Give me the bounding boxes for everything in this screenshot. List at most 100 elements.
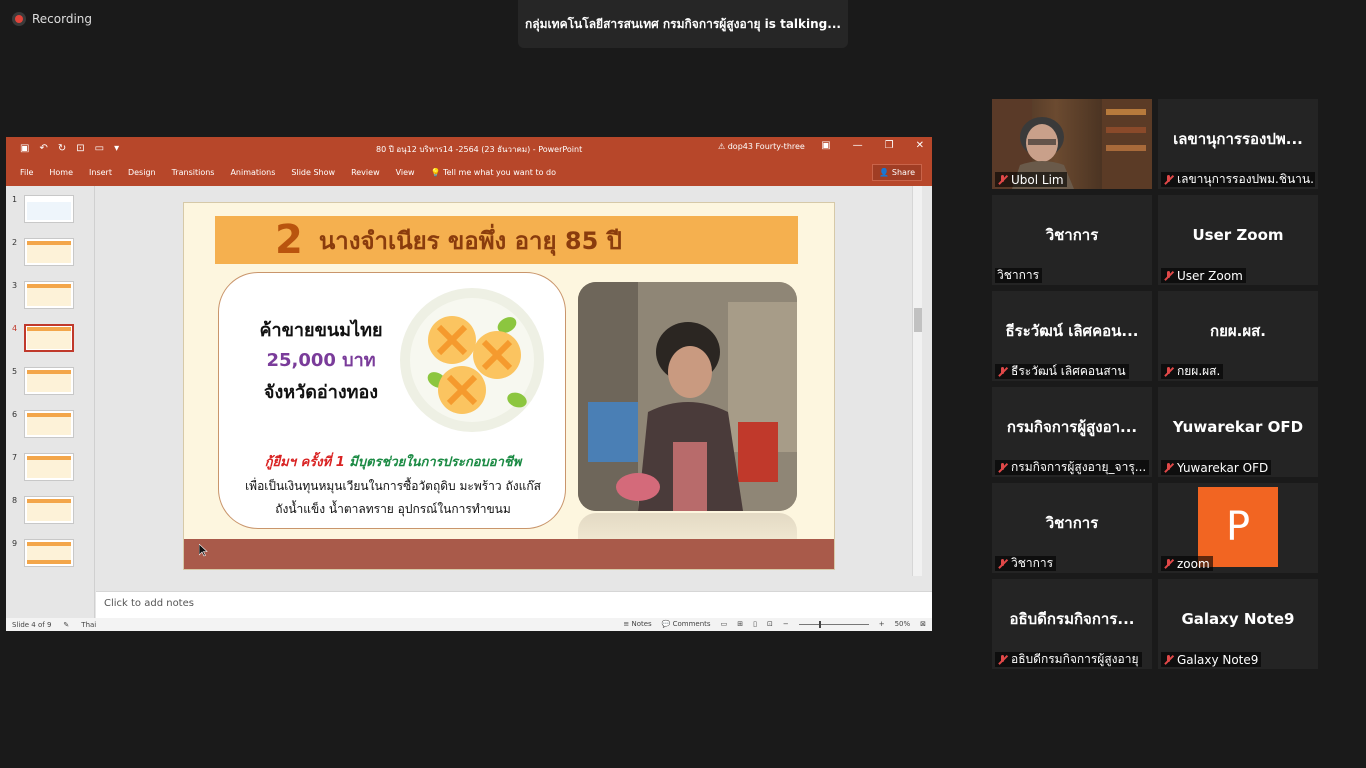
participant-display-name: Galaxy Note9 [1181,610,1295,628]
loan-purpose-line-1: เพื่อเป็นเงินทุนหมุนเวียนในการซื้อวัตถุด… [245,479,541,493]
undo-icon[interactable]: ↶ [39,143,47,154]
tab-transitions[interactable]: Transitions [164,168,223,177]
participant-tile[interactable]: Yuwarekar OFD Yuwarekar OFD [1158,387,1318,477]
comments-toggle[interactable]: 💬 Comments [662,620,711,628]
participant-name: อธิบดีกรมกิจการผู้สูงอายุ [1011,652,1139,666]
participant-tile[interactable]: อธิบดีกรมกิจการ... อธิบดีกรมกิจการผู้สูง… [992,579,1152,669]
share-button[interactable]: 👤 Share [872,164,922,181]
participant-name: Ubol Lim [1011,172,1064,187]
participant-name-label: Galaxy Note9 [1161,652,1262,667]
participant-tile[interactable]: Galaxy Note9 Galaxy Note9 [1158,579,1318,669]
document-title: 80 ปี อนุ12 บริหาร14 -2564 (23 ธันวาคม) … [376,145,583,154]
participant-name-label: กยผ.ผส. [1161,364,1224,379]
slide-thumbnail[interactable]: 1 [12,195,84,225]
participant-tile[interactable]: P zoom [1158,483,1318,573]
slide-thumbnail[interactable]: 7 [12,453,84,483]
slide-thumbnail[interactable]: 8 [12,496,84,526]
ppt-workspace: 1 2 3 4 5 6 7 8 9 2 นางจำเนียร ขอพึ่ง อา… [6,186,932,618]
tell-me-label: Tell me what you want to do [443,168,556,177]
minimize-icon[interactable]: — [853,140,863,151]
comments-label: Comments [672,620,711,628]
ribbon-tabs: File Home Insert Design Transitions Anim… [6,159,932,186]
participant-tile[interactable]: วิชาการ วิชาการ [992,483,1152,573]
restore-icon[interactable]: ❐ [885,140,894,151]
participant-tile[interactable]: User Zoom User Zoom [1158,195,1318,285]
spellcheck-icon[interactable]: ✎ [63,621,69,629]
participant-tile[interactable]: เลขานุการรองปพ... เลขานุการรองปพม.ชินาน.… [1158,99,1318,189]
thumbnail-number: 8 [12,496,18,505]
tell-me-search[interactable]: 💡 Tell me what you want to do [423,168,564,177]
tab-view[interactable]: View [388,168,423,177]
customize-icon[interactable]: ▾ [114,143,119,154]
open-icon[interactable]: ▭ [95,143,104,154]
slide-count: Slide 4 of 9 [12,620,52,629]
slide-thumbnail[interactable]: 2 [12,238,84,268]
close-icon[interactable]: ✕ [916,140,924,151]
zoom-in-icon[interactable]: + [879,620,885,628]
slide-thumbnail[interactable]: 3 [12,281,84,311]
redo-icon[interactable]: ↻ [58,143,66,154]
participant-name-label: User Zoom [1161,268,1246,283]
info-card: ค้าขายขนมไทย 25,000 บาท จังหวัดอ่างทอง ก… [218,272,566,529]
notes-toggle[interactable]: ≡ Notes [623,620,651,628]
participant-name: เลขานุการรองปพม.ชินาน... [1177,172,1315,186]
participant-display-name: วิชาการ [1045,514,1099,532]
loan-round-text: กู้ยืมฯ ครั้งที่ 1 [264,455,345,470]
tab-file[interactable]: File [6,168,41,177]
fit-to-window-icon[interactable]: ⊠ [920,620,926,628]
slide-item-number: 2 [275,217,303,263]
notes-label: Notes [631,620,652,628]
thumbnail-number: 5 [12,367,18,376]
normal-view-icon[interactable]: ▭ [721,620,728,628]
slide-thumbnail-active[interactable]: 4 [12,324,84,354]
participant-tile[interactable]: ธีระวัฒน์ เลิศคอน... ธีระวัฒน์ เลิศคอนสา… [992,291,1152,381]
share-label: Share [891,168,915,177]
participant-name-label: ธีระวัฒน์ เลิศคอนสาน [995,364,1129,379]
muted-mic-icon [1163,462,1174,473]
slide-thumbnail[interactable]: 5 [12,367,84,397]
tab-review[interactable]: Review [343,168,388,177]
tab-home[interactable]: Home [41,168,81,177]
thumbnail-image [24,281,74,309]
participant-name-label: วิชาการ [995,556,1057,571]
person-icon: 👤 [879,168,890,177]
save-icon[interactable]: ▣ [20,143,29,154]
slide-thumbnail[interactable]: 6 [12,410,84,440]
loan-info-text: กู้ยืมฯ ครั้งที่ 1 มีบุตรช่วยในการประกอบ… [219,451,567,472]
participant-name-label: Ubol Lim [995,172,1067,187]
current-slide[interactable]: 2 นางจำเนียร ขอพึ่ง อายุ 85 ปี ค้าขายขนม… [183,202,835,570]
thumbnail-number: 3 [12,281,18,290]
thumbnail-image [24,324,74,352]
shared-screen-powerpoint: ▣ ↶ ↻ ⊡ ▭ ▾ 80 ปี อนุ12 บริหาร14 -2564 (… [6,137,932,631]
participant-tile[interactable]: กยผ.ผส. กยผ.ผส. [1158,291,1318,381]
thai-dessert-illustration [400,288,544,432]
participant-tile[interactable]: Ubol Lim [992,99,1152,189]
vertical-scrollbar[interactable] [912,186,922,576]
participant-tile[interactable]: กรมกิจการผู้สูงอา... กรมกิจการผู้สูงอายุ… [992,387,1152,477]
notes-pane[interactable]: Click to add notes [96,591,932,618]
participant-name: ธีระวัฒน์ เลิศคอนสาน [1011,364,1126,378]
account-name[interactable]: ⚠ dop43 Fourty-three [718,142,805,151]
reading-view-icon[interactable]: ▯ [753,620,757,628]
thumbnail-number: 2 [12,238,18,247]
zoom-level[interactable]: 50% [895,620,911,628]
tab-animations[interactable]: Animations [222,168,283,177]
thumbnail-image [24,496,74,524]
zoom-slider[interactable] [798,620,869,628]
slideshow-view-icon[interactable]: ⊡ [767,620,773,628]
participant-name-label: วิชาการ [995,268,1043,283]
slide-thumbnail[interactable]: 9 [12,539,84,569]
recording-indicator[interactable]: Recording [12,12,92,26]
slide-sorter-icon[interactable]: ⊞ [737,620,743,628]
tab-slide-show[interactable]: Slide Show [283,168,343,177]
tab-design[interactable]: Design [120,168,164,177]
ribbon-display-icon[interactable]: ▣ [821,140,830,151]
participant-tile[interactable]: วิชาการ วิชาการ [992,195,1152,285]
scrollbar-thumb[interactable] [914,308,922,332]
present-icon[interactable]: ⊡ [76,143,84,154]
language-indicator[interactable]: Thai [81,621,96,629]
participant-name: Yuwarekar OFD [1177,460,1269,475]
tab-insert[interactable]: Insert [81,168,120,177]
slide-header-banner: 2 นางจำเนียร ขอพึ่ง อายุ 85 ปี [215,216,798,264]
zoom-out-icon[interactable]: − [783,620,789,628]
